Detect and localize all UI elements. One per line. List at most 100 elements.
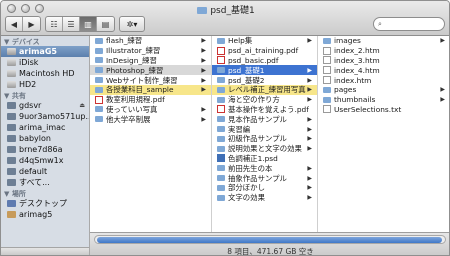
doc-file-icon: [323, 76, 331, 85]
sidebar-item[interactable]: デスクトップ: [1, 198, 89, 209]
folder-icon: [95, 57, 103, 64]
folder-icon: [95, 47, 103, 54]
file-name: 文字の効果: [228, 193, 265, 203]
disclosure-arrow-icon: ▶: [307, 115, 312, 123]
folder-icon: [323, 86, 331, 93]
file-list-item[interactable]: 他大学卒制展 ▶: [90, 114, 211, 124]
sidebar-item[interactable]: arimag5: [1, 209, 89, 220]
coverflow-view-button[interactable]: ▤: [97, 17, 114, 31]
file-list-item[interactable]: images ▶: [318, 36, 449, 46]
disclosure-arrow-icon: ▶: [307, 145, 312, 153]
sidebar-item-label: gdsvr: [19, 101, 42, 110]
file-list-item[interactable]: index_4.htm: [318, 65, 449, 75]
sidebar-section-header[interactable]: ▼ 共有: [1, 90, 89, 100]
sidebar-item-label: brne7d86a: [19, 145, 63, 154]
folder-icon: [197, 7, 208, 14]
sidebar-item[interactable]: HD2: [1, 79, 89, 90]
folder-icon: [217, 165, 225, 172]
file-list-item[interactable]: thumbnails ▶: [318, 95, 449, 105]
disclosure-arrow-icon: ▶: [201, 86, 206, 94]
disclosure-arrow-icon: ▶: [307, 37, 312, 45]
disclosure-arrow-icon: ▶: [307, 174, 312, 182]
sidebar-item-label: default: [19, 167, 48, 176]
file-list-item[interactable]: index.htm: [318, 75, 449, 85]
folder-icon: [323, 37, 331, 44]
sidebar-item-label: デスクトップ: [19, 199, 67, 208]
sidebar-item-label: arimag5: [19, 210, 53, 219]
file-list-item[interactable]: psd_ai_training.pdf: [212, 46, 317, 56]
disclosure-arrow-icon: ▶: [307, 135, 312, 143]
file-name: 他大学卒制展: [106, 114, 151, 124]
sidebar-section-header[interactable]: ▼ デバイス: [1, 36, 89, 46]
search-field[interactable]: ⌕: [373, 17, 445, 31]
doc-file-icon: [323, 56, 331, 65]
back-button[interactable]: ◀: [6, 17, 23, 31]
sidebar-item-label: arimaG5: [19, 47, 57, 56]
sidebar-item[interactable]: gdsvr ⏏: [1, 100, 89, 111]
action-menu-button[interactable]: ✲▾: [119, 16, 145, 32]
sidebar-item[interactable]: default: [1, 166, 89, 177]
sidebar-item[interactable]: arimaG5: [1, 46, 89, 57]
sidebar-section-header[interactable]: ▼ 場所: [1, 188, 89, 198]
icon-view-button[interactable]: ☷: [46, 17, 63, 31]
folder-icon: [217, 116, 225, 123]
column-3: images ▶ index_2.htm index_3.htm index_4.htm…: [318, 36, 449, 232]
column-view-button[interactable]: ▥: [80, 17, 97, 31]
view-buttons: ☷ ☰ ▥ ▤: [45, 16, 115, 32]
pdf-file-icon: [217, 56, 225, 65]
folder-icon: [217, 96, 225, 103]
file-name: index.htm: [334, 75, 372, 85]
horizontal-scrollbar[interactable]: [94, 235, 446, 244]
disclosure-arrow-icon: ▶: [201, 47, 206, 55]
window-title-text: psd_基礎1: [210, 6, 255, 16]
disclosure-arrow-icon: ▶: [440, 86, 445, 94]
pdf-file-icon: [217, 46, 225, 55]
file-list-item[interactable]: pages ▶: [318, 85, 449, 95]
list-view-button[interactable]: ☰: [63, 17, 80, 31]
column-2: Help集 ▶ psd_ai_training.pdf psd_basic.pdf ps…: [212, 36, 318, 232]
sidebar-item[interactable]: Macintosh HD: [1, 68, 89, 79]
sidebar-item[interactable]: arima_imac: [1, 122, 89, 133]
pdf-file-icon: [95, 95, 103, 104]
sidebar-item[interactable]: d4qSmw1x: [1, 155, 89, 166]
doc-file-icon: [323, 66, 331, 75]
title-bar: psd_基礎1 ◀ ▶ ☷ ☰ ▥ ▤ ✲▾ ⌕: [1, 1, 449, 36]
sidebar-item[interactable]: iDisk: [1, 57, 89, 68]
file-name: index_3.htm: [334, 55, 380, 65]
status-text: 8 項目、471.67 GB 空き: [227, 247, 314, 256]
sidebar-item-label: 9uor3amo571up...: [19, 112, 90, 121]
file-list-item[interactable]: UserSelections.txt: [318, 105, 449, 115]
column-1: flash_練習 ▶ Illustrator_練習 ▶ InDesign_練習 ▶ Phot…: [90, 36, 212, 232]
folder-icon: [217, 135, 225, 142]
doc-file-icon: [323, 105, 331, 114]
folder-icon: [217, 77, 225, 84]
network-computer-icon: [7, 146, 16, 153]
folder-icon: [217, 86, 225, 93]
sidebar-item[interactable]: babylon: [1, 133, 89, 144]
folder-icon: [95, 37, 103, 44]
hard-drive-icon: [7, 70, 16, 77]
sidebar-item[interactable]: 9uor3amo571up...: [1, 111, 89, 122]
eject-icon[interactable]: ⏏: [79, 102, 85, 109]
file-list-item[interactable]: index_2.htm: [318, 46, 449, 56]
folder-icon: [95, 106, 103, 113]
disclosure-arrow-icon: ▶: [307, 76, 312, 84]
sidebar-item-label: iDisk: [19, 58, 39, 67]
file-list-item[interactable]: Help集 ▶: [212, 36, 317, 46]
folder-icon: [217, 184, 225, 191]
sidebar-resize-handle[interactable]: [1, 247, 89, 255]
sidebar-item[interactable]: すべて...: [1, 177, 89, 188]
scrollbar-thumb[interactable]: [97, 237, 442, 243]
file-name: psd_ai_training.pdf: [228, 46, 299, 56]
file-list-item[interactable]: 文字の効果 ▶: [212, 193, 317, 203]
disclosure-arrow-icon: ▶: [307, 194, 312, 202]
file-list-item[interactable]: index_3.htm: [318, 55, 449, 66]
file-name: pages: [334, 85, 357, 95]
forward-button[interactable]: ▶: [23, 17, 40, 31]
folder-icon: [217, 194, 225, 201]
disclosure-arrow-icon: ▶: [440, 96, 445, 104]
disclosure-arrow-icon: ▶: [307, 86, 312, 94]
network-computer-icon: [7, 157, 16, 164]
sidebar-item-label: HD2: [19, 80, 37, 89]
sidebar-item[interactable]: brne7d86a: [1, 144, 89, 155]
